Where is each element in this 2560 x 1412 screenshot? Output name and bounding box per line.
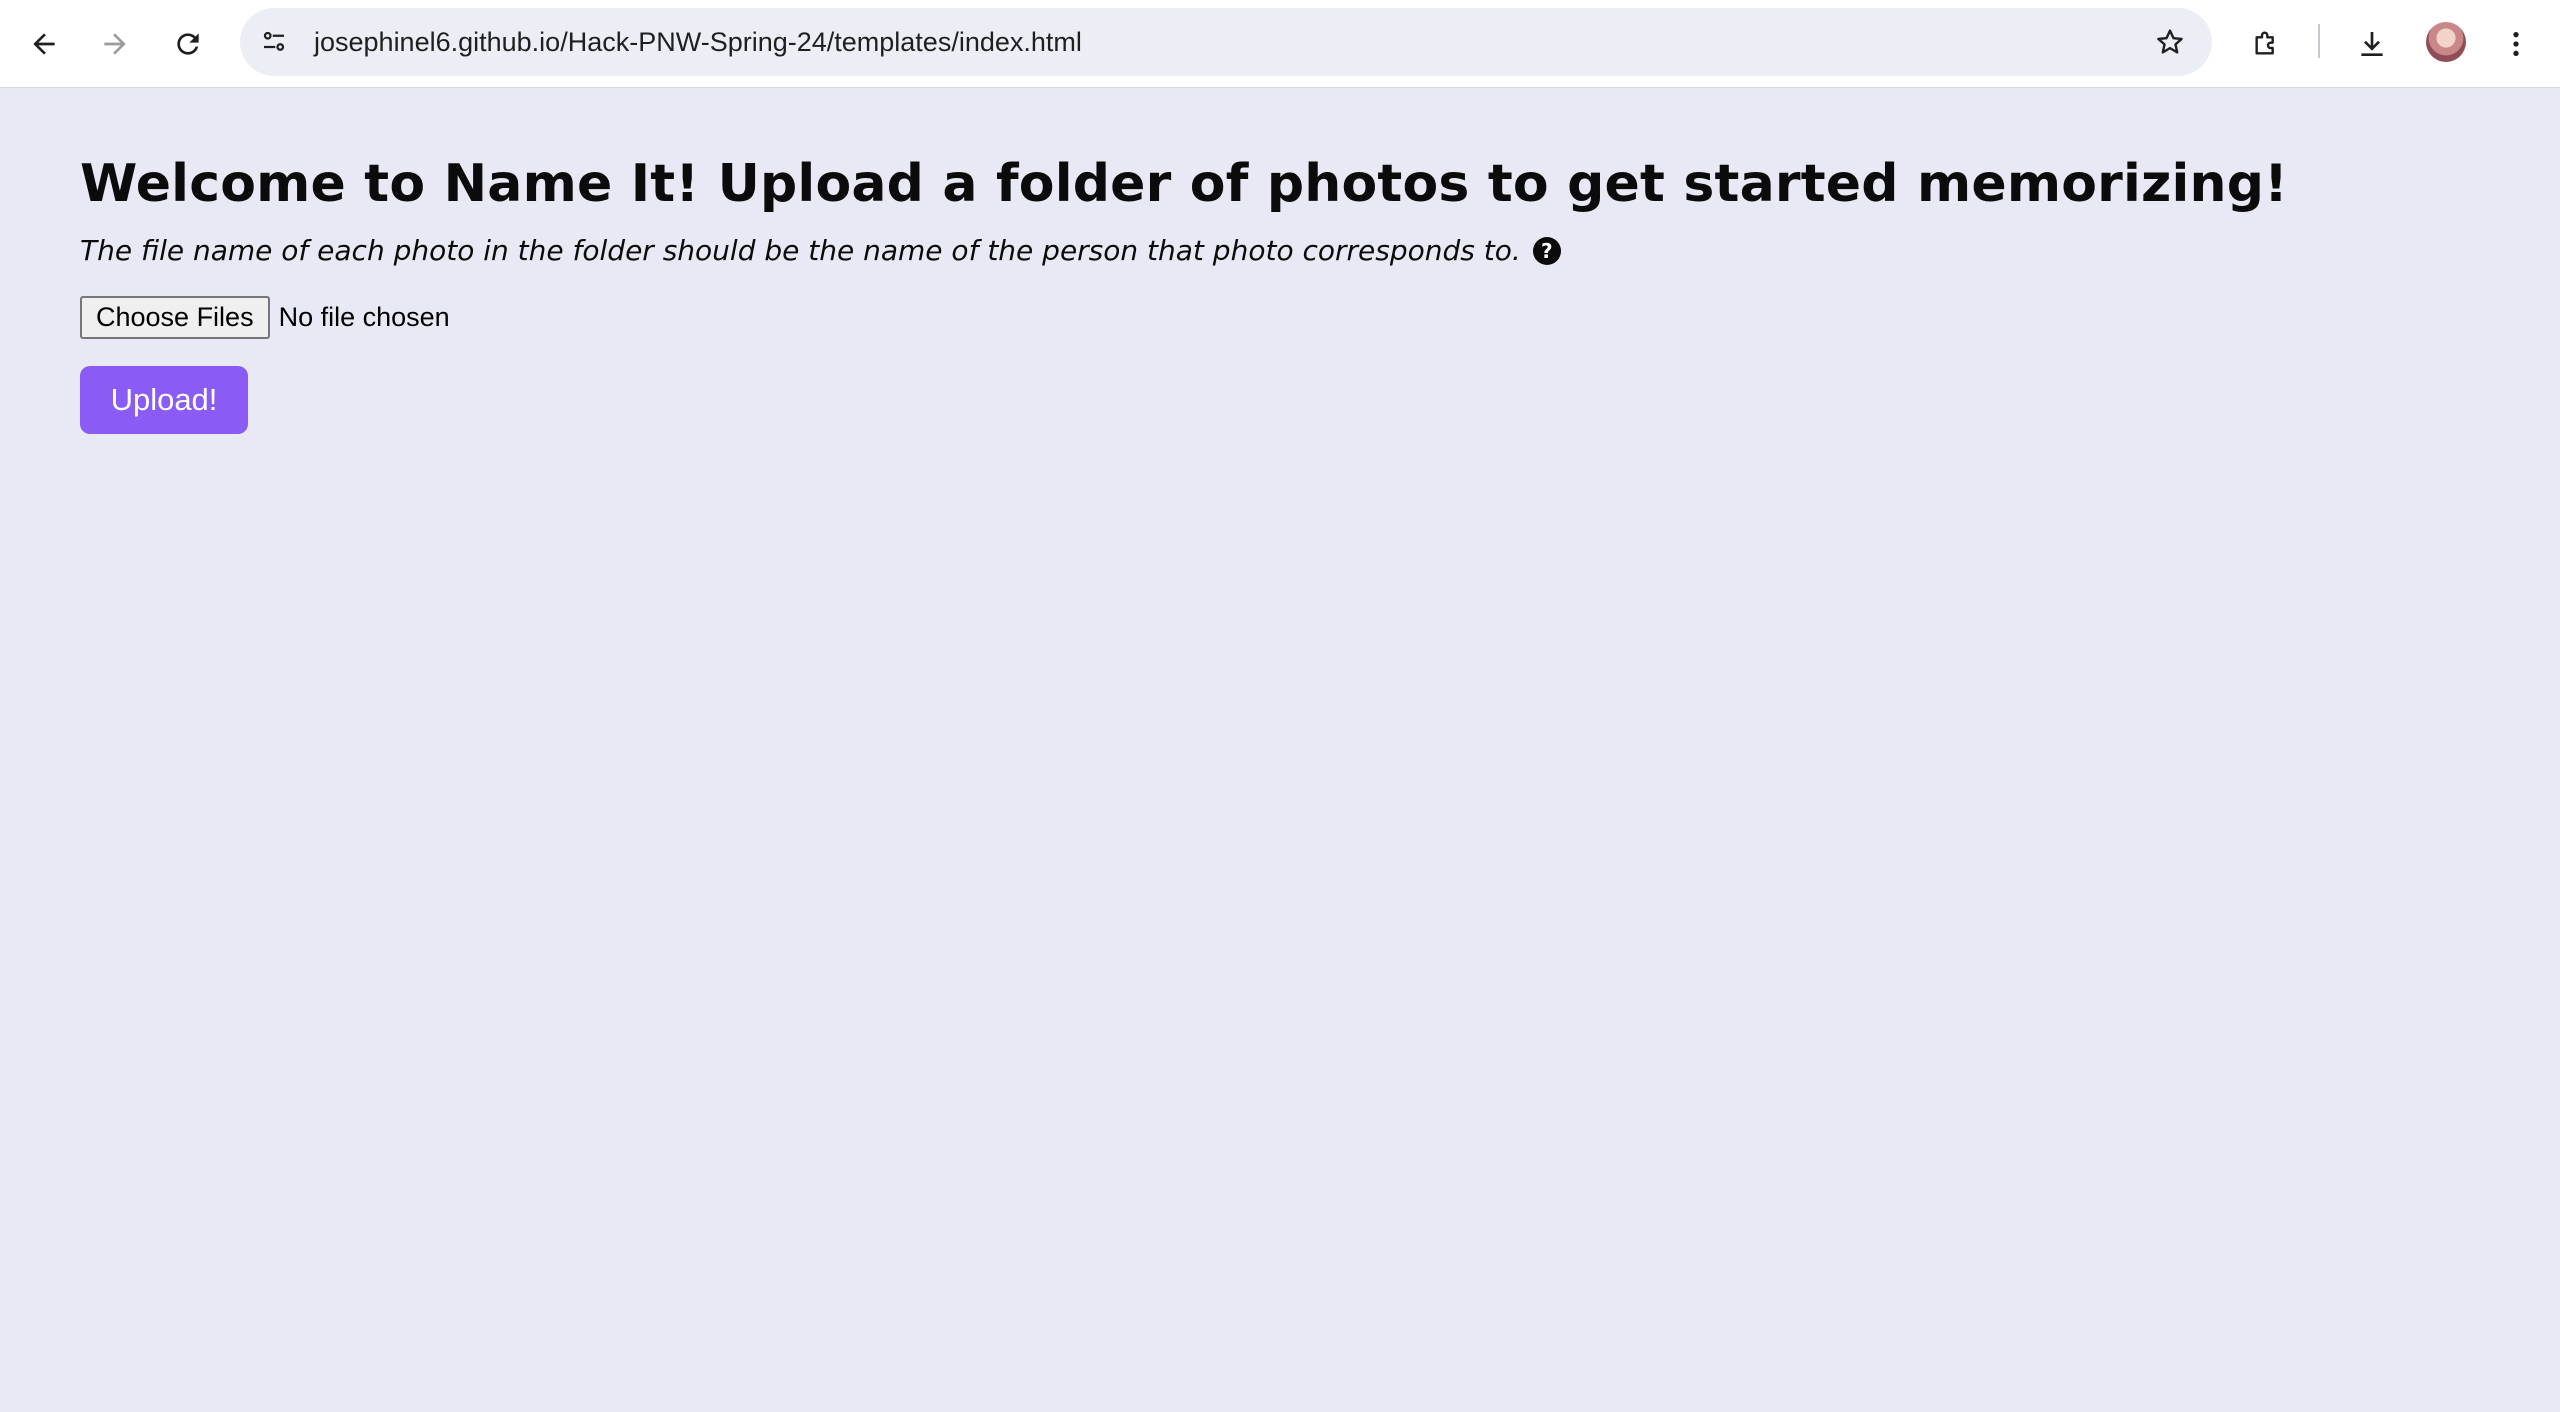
site-info-icon	[263, 31, 285, 51]
reload-icon	[177, 33, 199, 55]
page-content: Welcome to Name It! Upload a folder of p…	[0, 88, 2560, 1412]
back-button[interactable]	[20, 20, 68, 68]
reload-button[interactable]	[164, 20, 212, 68]
help-icon[interactable]: ?	[1532, 236, 1561, 265]
extensions-icon	[2255, 31, 2274, 55]
file-input[interactable]: Choose Files No file chosen	[80, 296, 450, 339]
browser-toolbar: josephinel6.github.io/Hack-PNW-Spring-24…	[0, 0, 2560, 88]
download-icon	[2361, 32, 2383, 56]
more-menu-icon	[2513, 32, 2519, 56]
bookmark-star-icon	[2157, 29, 2183, 54]
downloads-button[interactable]	[2348, 20, 2396, 68]
site-info-button[interactable]	[250, 18, 298, 66]
address-bar[interactable]: josephinel6.github.io/Hack-PNW-Spring-24…	[240, 8, 2212, 76]
instructions-text: The file name of each photo in the folde…	[80, 234, 1521, 267]
file-status-text: No file chosen	[278, 302, 450, 332]
choose-files-button[interactable]: Choose Files	[80, 296, 270, 339]
back-icon	[33, 33, 55, 55]
forward-button[interactable]	[91, 20, 139, 68]
page-title: Welcome to Name It! Upload a folder of p…	[80, 154, 2289, 214]
forward-icon	[104, 33, 126, 55]
toolbar-separator	[2318, 24, 2320, 58]
more-menu-button[interactable]	[2492, 20, 2540, 68]
instructions-row: The file name of each photo in the folde…	[80, 234, 1561, 267]
profile-avatar[interactable]	[2426, 22, 2466, 62]
upload-button[interactable]: Upload!	[80, 366, 248, 434]
extensions-button[interactable]	[2242, 20, 2290, 68]
bookmark-button[interactable]	[2146, 18, 2194, 66]
url-text[interactable]: josephinel6.github.io/Hack-PNW-Spring-24…	[314, 8, 1082, 76]
